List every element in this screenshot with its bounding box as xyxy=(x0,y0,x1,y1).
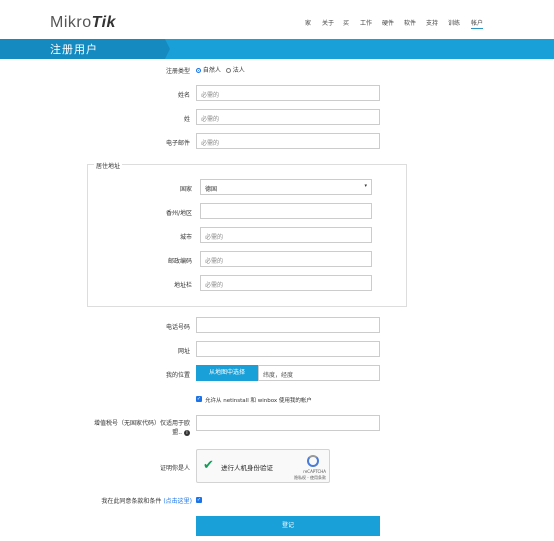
street-field[interactable]: 必需的 xyxy=(200,275,372,291)
captcha-label: 证明你是人 xyxy=(159,465,190,472)
netinstall-label: 允许从 netinstall 和 winbox 使用我的帐户 xyxy=(205,398,312,404)
nav-buy[interactable]: 买 xyxy=(343,18,349,27)
checkmark-icon[interactable]: ✔ xyxy=(203,458,214,473)
terms-checkbox[interactable]: ✓ xyxy=(196,497,202,503)
terms-label: 我在此同意条款和条件 (点击这里) xyxy=(88,496,192,505)
country-select[interactable]: 德国 ▾ xyxy=(200,179,372,195)
nav-hardware[interactable]: 硬件 xyxy=(382,18,394,27)
surname-field[interactable]: 必需的 xyxy=(196,109,380,125)
country-label: 国家 xyxy=(179,186,192,193)
nav-home[interactable]: 家 xyxy=(305,18,311,27)
email-field[interactable]: 必需的 xyxy=(196,133,380,149)
terms-text: 我在此同意条款和条件 xyxy=(101,498,162,505)
page-title: 注册用户 xyxy=(50,43,98,56)
captcha-text: 进行人机身份验证 xyxy=(221,464,273,472)
mikrotik-logo[interactable]: MikroTik xyxy=(50,14,116,32)
netinstall-checkbox[interactable]: ✓ xyxy=(196,396,202,402)
nav-support[interactable]: 支持 xyxy=(426,18,438,27)
city-label: 城市 xyxy=(179,234,192,241)
recaptcha-logo-icon xyxy=(307,455,319,467)
register-button[interactable]: 登记 xyxy=(196,516,380,536)
radio-natural-person[interactable] xyxy=(196,68,201,73)
select-from-map-button[interactable]: 从地图中选择 xyxy=(196,365,258,381)
street-label: 地址栏 xyxy=(173,282,192,289)
chevron-down-icon: ▾ xyxy=(364,183,367,189)
recaptcha-widget: ✔ 进行人机身份验证 reCAPTCHA 隐私权 - 使用条款 xyxy=(196,449,330,483)
phone-label: 电话号码 xyxy=(165,324,190,331)
address-legend: 居住地址 xyxy=(94,161,123,170)
nav-jobs[interactable]: 工作 xyxy=(360,18,372,27)
vat-label-text: 增值税号（无国家代码）仅适用于欧盟.. xyxy=(93,420,190,436)
url-label: 网址 xyxy=(177,348,190,355)
state-label: 香州/地区 xyxy=(165,210,192,217)
terms-link[interactable]: (点击这里) xyxy=(163,498,192,505)
nav-account[interactable]: 帐户 xyxy=(471,18,484,29)
surname-label: 姓 xyxy=(183,116,190,123)
reg-type-label: 注册类型 xyxy=(165,68,190,75)
nav-software[interactable]: 软件 xyxy=(404,18,416,27)
country-value: 德国 xyxy=(205,186,218,193)
captcha-brand: reCAPTCHA xyxy=(303,469,326,474)
location-label: 我的位置 xyxy=(165,372,190,379)
email-label: 电子邮件 xyxy=(165,140,190,147)
reg-type-radio-group: 自然人 法人 xyxy=(196,65,245,74)
zip-label: 邮政编码 xyxy=(167,258,192,265)
radio-natural-person-label: 自然人 xyxy=(202,67,221,74)
state-field[interactable] xyxy=(200,203,372,219)
nav-about[interactable]: 关于 xyxy=(322,18,334,27)
radio-legal-entity[interactable] xyxy=(225,68,231,73)
name-label: 姓名 xyxy=(177,92,190,99)
phone-field[interactable] xyxy=(196,317,380,333)
vat-label: 增值税号（无国家代码）仅适用于欧盟.. i xyxy=(86,419,190,437)
captcha-links[interactable]: 隐私权 - 使用条款 xyxy=(294,475,326,481)
coordinates-field[interactable]: 纬度，经度 xyxy=(258,365,380,381)
city-field[interactable]: 必需的 xyxy=(200,227,372,243)
zip-field[interactable]: 必需的 xyxy=(200,251,372,267)
url-field[interactable] xyxy=(196,341,380,357)
name-field[interactable]: 必需的 xyxy=(196,85,380,101)
info-icon[interactable]: i xyxy=(184,430,190,436)
vat-field[interactable] xyxy=(196,415,380,431)
nav-training[interactable]: 训练 xyxy=(448,18,460,27)
radio-legal-entity-label: 法人 xyxy=(232,67,245,74)
